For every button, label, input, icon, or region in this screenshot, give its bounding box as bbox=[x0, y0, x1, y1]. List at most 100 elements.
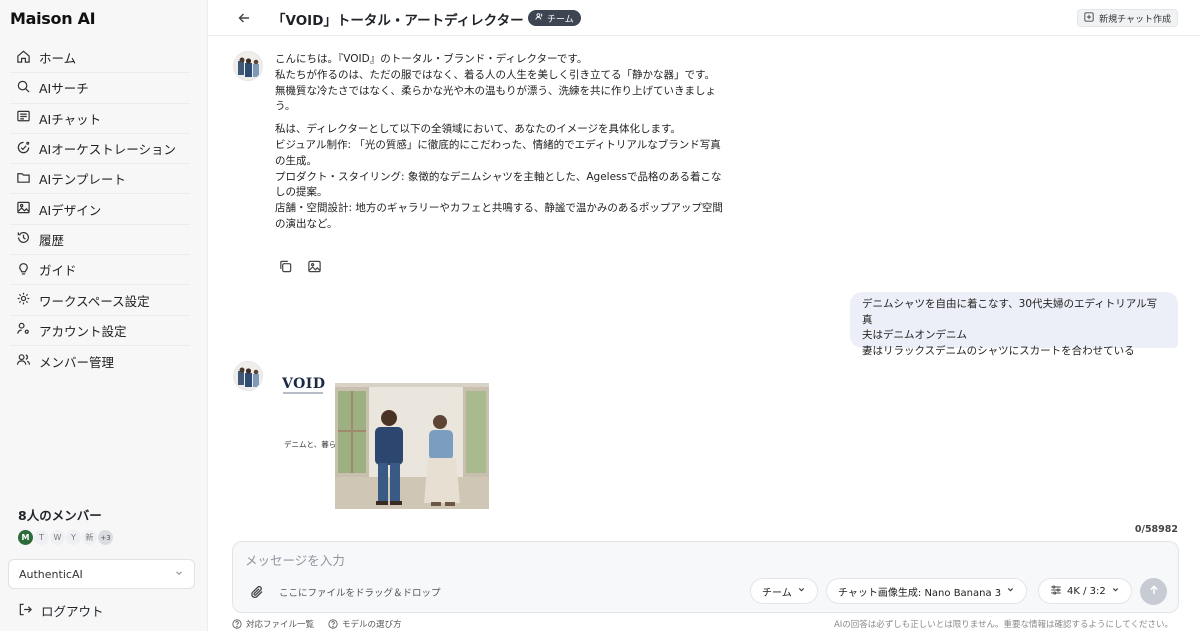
void-logo: VOID bbox=[282, 376, 326, 392]
sidebar-item-label: AIチャット bbox=[39, 111, 102, 127]
generated-photo[interactable] bbox=[335, 383, 489, 509]
message-line: デニムシャツを自由に着こなす、30代夫婦のエディトリアル写真 bbox=[862, 298, 1158, 326]
bulb-icon bbox=[16, 261, 31, 279]
back-arrow-icon[interactable] bbox=[236, 10, 252, 26]
chevron-down-icon bbox=[1111, 585, 1120, 597]
folder-icon bbox=[16, 170, 31, 188]
workspace-name: AuthenticAI bbox=[19, 567, 83, 581]
user-settings-icon bbox=[16, 321, 31, 339]
avatar: 新 bbox=[82, 530, 97, 545]
message-actions bbox=[278, 259, 322, 277]
message-line: こんにちは。『VOID』のトータル・ブランド・ディレクターです。 bbox=[275, 53, 588, 65]
chat-icon bbox=[16, 109, 31, 127]
users-icon bbox=[16, 352, 31, 370]
image-size-select[interactable]: 4K / 3:2 bbox=[1038, 578, 1132, 604]
sidebar-item-account-settings[interactable]: アカウント設定 bbox=[10, 316, 190, 346]
paperclip-icon[interactable] bbox=[249, 584, 265, 600]
avatar: W bbox=[50, 530, 65, 545]
sidebar-item-templates[interactable]: AIテンプレート bbox=[10, 164, 190, 195]
sidebar-item-chat[interactable]: AIチャット bbox=[10, 104, 190, 134]
sidebar-item-label: ホーム bbox=[39, 51, 77, 67]
message-line: 妻はリラックスデニムのシャツにスカートを合わせている bbox=[862, 344, 1135, 357]
sidebar-item-label: メンバー管理 bbox=[39, 354, 115, 370]
sidebar-item-workspace-settings[interactable]: ワークスペース設定 bbox=[10, 285, 190, 316]
character-counter: 0/58982 bbox=[1134, 524, 1178, 535]
member-avatars[interactable]: M T W Y 新 +3 bbox=[18, 530, 114, 545]
sidebar-item-home[interactable]: ホーム bbox=[10, 43, 190, 74]
message-line: 夫はデニムオンデニム bbox=[862, 329, 967, 342]
orchestration-icon bbox=[16, 140, 31, 158]
history-icon bbox=[16, 230, 31, 248]
generated-photo-image bbox=[335, 383, 489, 509]
assistant-message-text: こんにちは。『VOID』のトータル・ブランド・ディレクターです。 私たちが作るの… bbox=[275, 52, 725, 233]
brand-logo[interactable]: Maison AI bbox=[10, 9, 96, 28]
assistant-avatar bbox=[233, 51, 263, 81]
message-line: の生成。 bbox=[275, 154, 317, 167]
user-message: デニムシャツを自由に着こなす、30代夫婦のエディトリアル写真 夫はデニムオンデニ… bbox=[850, 292, 1178, 357]
sidebar-item-label: アカウント設定 bbox=[39, 323, 127, 339]
sidebar-item-guide[interactable]: ガイド bbox=[10, 255, 190, 286]
message-line: ビジュアル制作: 「光の質感」に徹底的にこだわった、情緒的でエディトリアルなブラ… bbox=[275, 138, 721, 151]
model-select[interactable]: チャット画像生成: Nano Banana 3 bbox=[826, 578, 1028, 604]
send-button[interactable] bbox=[1140, 578, 1167, 605]
search-icon bbox=[16, 79, 31, 97]
new-chat-button[interactable]: 新規チャット作成 bbox=[1077, 9, 1178, 27]
team-badge: チーム bbox=[528, 10, 581, 26]
page-title: 「VOID」トータル・アートディレクター bbox=[272, 13, 524, 29]
sidebar-item-label: AIサーチ bbox=[39, 81, 89, 97]
logout-icon bbox=[18, 602, 33, 620]
sidebar-item-label: ワークスペース設定 bbox=[39, 293, 150, 309]
model-guide-label: モデルの選び方 bbox=[342, 620, 402, 630]
drop-hint: ここにファイルをドラッグ＆ドロップ bbox=[279, 588, 441, 599]
team-select[interactable]: チーム bbox=[750, 578, 818, 604]
copy-icon[interactable] bbox=[278, 259, 293, 277]
image-size-label: 4K / 3:2 bbox=[1067, 585, 1106, 597]
users-icon bbox=[535, 12, 544, 24]
supported-files-link[interactable]: 対応ファイル一覧 bbox=[232, 618, 314, 630]
sidebar-item-members[interactable]: メンバー管理 bbox=[10, 346, 190, 376]
workspace-select[interactable]: AuthenticAI bbox=[8, 559, 195, 589]
message-line: プロダクト・スタイリング: 象徴的なデニムシャツを主軸とした、Agelessで品… bbox=[275, 170, 722, 183]
logout-button[interactable]: ログアウト bbox=[18, 601, 104, 620]
home-icon bbox=[16, 49, 31, 67]
assistant-avatar-image bbox=[234, 362, 262, 390]
plus-square-icon bbox=[1084, 11, 1094, 25]
sliders-icon bbox=[1050, 584, 1062, 599]
sidebar-item-label: 履歴 bbox=[39, 232, 65, 248]
sidebar: Maison AI ホーム AIサーチ AIチャット AIオーケストレーション … bbox=[0, 0, 208, 631]
logout-label: ログアウト bbox=[41, 604, 104, 619]
model-select-label: チャット画像生成: Nano Banana 3 bbox=[838, 587, 1002, 599]
message-line: 私は、ディレクターとして以下の全領域において、あなたのイメージを具体化します。 bbox=[275, 123, 681, 136]
sidebar-item-label: AIテンプレート bbox=[39, 172, 126, 188]
message-composer: ここにファイルをドラッグ＆ドロップ チーム チャット画像生成: Nano Ban… bbox=[232, 541, 1179, 613]
assistant-avatar-image bbox=[234, 52, 262, 80]
message-line: う。 bbox=[275, 100, 296, 113]
sidebar-item-orchestration[interactable]: AIオーケストレーション bbox=[10, 134, 190, 165]
supported-files-label: 対応ファイル一覧 bbox=[246, 620, 315, 630]
sidebar-item-search[interactable]: AIサーチ bbox=[10, 73, 190, 104]
sidebar-item-history[interactable]: 履歴 bbox=[10, 225, 190, 256]
message-input[interactable] bbox=[245, 551, 1145, 569]
team-select-label: チーム bbox=[762, 587, 792, 599]
model-guide-link[interactable]: モデルの選び方 bbox=[328, 618, 402, 630]
avatar: T bbox=[34, 530, 49, 545]
chevron-down-icon bbox=[1006, 585, 1015, 597]
sidebar-item-label: ガイド bbox=[39, 263, 77, 279]
sidebar-item-label: AIデザイン bbox=[39, 202, 102, 218]
team-badge-label: チーム bbox=[547, 14, 574, 25]
arrow-up-icon bbox=[1148, 584, 1160, 599]
sidebar-nav: ホーム AIサーチ AIチャット AIオーケストレーション AIテンプレート A… bbox=[10, 43, 190, 376]
message-line: 私たちが作るのは、ただの服ではなく、着る人の人生を美しく引き立てる「静かな器」で… bbox=[275, 68, 715, 81]
message-line: 店舗・空間設計: 地方のギャラリーやカフェと共鳴する、静謐で温かみのあるポップア… bbox=[275, 202, 723, 215]
avatar: Y bbox=[66, 530, 81, 545]
sidebar-item-design[interactable]: AIデザイン bbox=[10, 194, 190, 225]
avatar: M bbox=[18, 530, 33, 545]
message-line: の演出など。 bbox=[275, 217, 338, 230]
assistant-avatar bbox=[233, 361, 263, 391]
chevron-down-icon bbox=[174, 568, 184, 581]
image-icon[interactable] bbox=[307, 259, 322, 277]
chat-header: 「VOID」トータル・アートディレクター チーム 新規チャット作成 bbox=[208, 0, 1200, 36]
message-line: 無機質な冷たさではなく、柔らかな光や木の温もりが漂う、洗練を共に作り上げていきま… bbox=[275, 84, 716, 97]
avatar-more: +3 bbox=[98, 530, 113, 545]
question-circle-icon bbox=[328, 619, 338, 629]
